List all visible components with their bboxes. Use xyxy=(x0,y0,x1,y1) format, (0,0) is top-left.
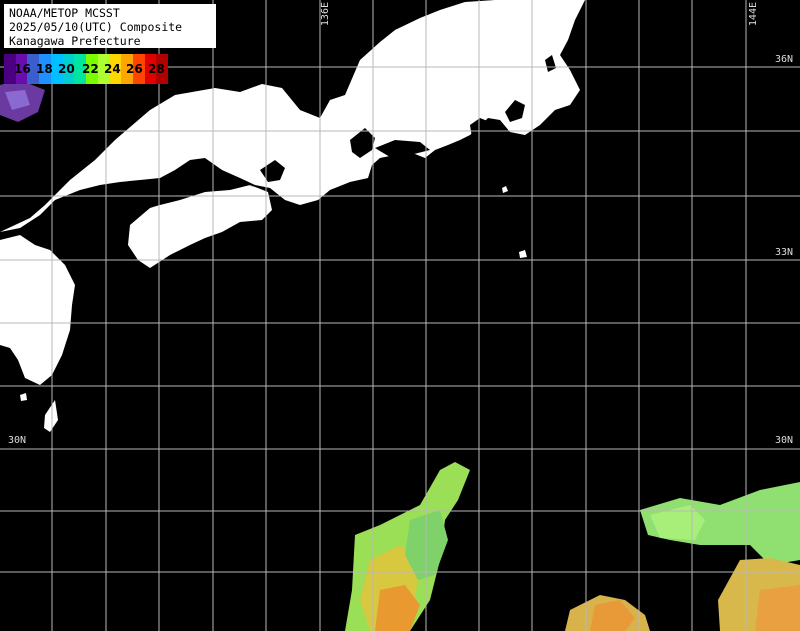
legend-swatch xyxy=(121,54,133,84)
legend-swatch xyxy=(144,54,157,84)
legend-swatch xyxy=(4,54,16,84)
sst-color-legend: 16 18 20 22 24 26 28 xyxy=(4,54,169,84)
title-line-date: 2025/05/10(UTC) Composite xyxy=(9,20,183,34)
legend-swatch xyxy=(50,54,63,84)
legend-swatch xyxy=(15,54,28,84)
lon-label-144e: 144E xyxy=(748,2,759,27)
legend-swatch xyxy=(62,54,75,84)
title-box: NOAA/METOP MCSST 2025/05/10(UTC) Composi… xyxy=(4,4,216,48)
legend-swatch xyxy=(156,54,169,84)
lon-label-136e: 136E xyxy=(320,2,331,27)
legend-swatch xyxy=(97,54,110,84)
lat-label-33n: 33N xyxy=(775,247,794,258)
sst-map xyxy=(0,0,800,631)
legend-swatch xyxy=(132,54,145,84)
lat-label-36n: 36N xyxy=(775,54,794,65)
lat-label-30n-right: 30N xyxy=(775,435,794,446)
lat-label-30n-left: 30N xyxy=(8,435,27,446)
legend-swatch xyxy=(86,54,98,84)
legend-swatch xyxy=(109,54,122,84)
legend-swatch xyxy=(27,54,40,84)
title-line-source: NOAA/METOP MCSST xyxy=(9,6,120,20)
legend-swatch xyxy=(74,54,87,84)
legend-swatch xyxy=(39,54,51,84)
title-line-region: Kanagawa Prefecture xyxy=(9,34,141,48)
